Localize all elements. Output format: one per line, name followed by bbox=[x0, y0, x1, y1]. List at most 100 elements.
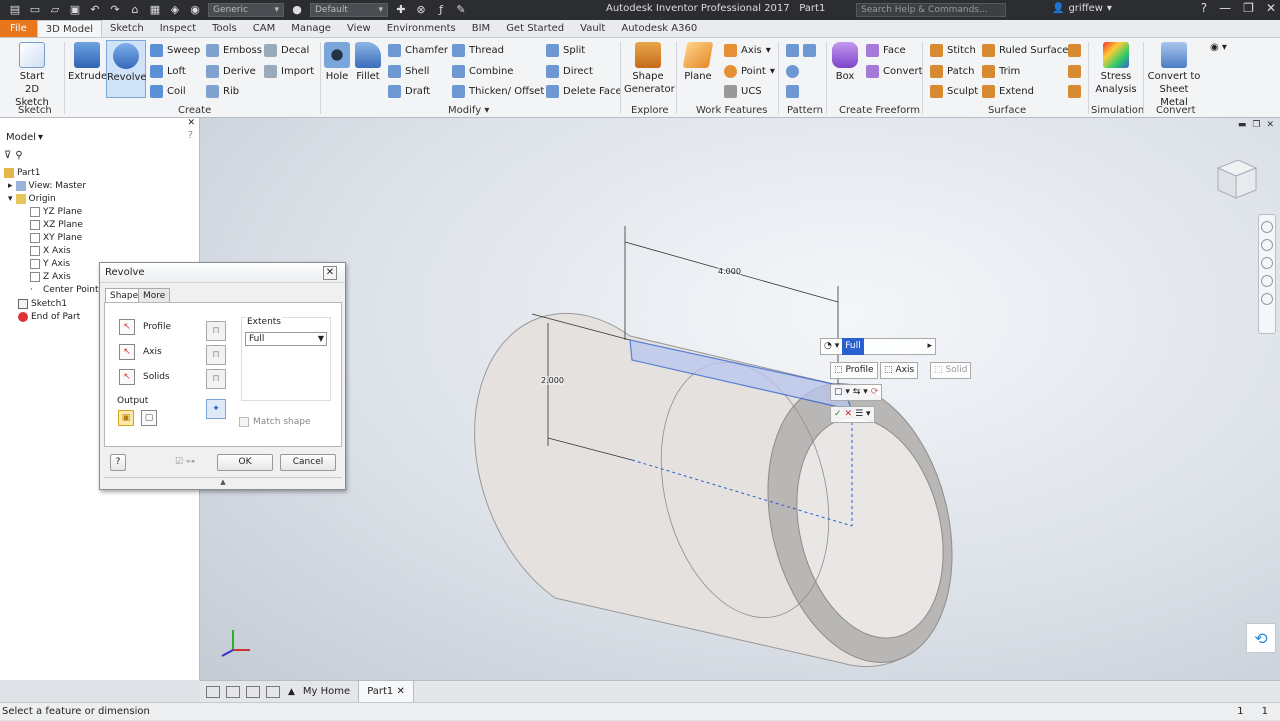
stitch-button[interactable]: Stitch bbox=[930, 44, 976, 57]
custom-icon[interactable]: ✎ bbox=[454, 3, 468, 17]
doc-tab-my-home[interactable]: My Home bbox=[295, 681, 358, 703]
direct-button[interactable]: Direct bbox=[546, 65, 593, 78]
properties-icon[interactable]: ◉ bbox=[188, 3, 202, 17]
redo-icon[interactable]: ↷ bbox=[108, 3, 122, 17]
viewcube[interactable] bbox=[1212, 154, 1260, 202]
dialog-expand-handle[interactable]: ▲ bbox=[104, 477, 342, 486]
import-button[interactable]: Import bbox=[264, 65, 314, 78]
emboss-button[interactable]: Emboss bbox=[206, 44, 262, 57]
ruled-surface-button[interactable]: Ruled Surface bbox=[982, 44, 1068, 57]
rectangular-pattern-button[interactable] bbox=[786, 44, 816, 57]
split-button[interactable]: Split bbox=[546, 44, 585, 57]
new-icon[interactable]: ▭ bbox=[28, 3, 42, 17]
dialog-title-bar[interactable]: Revolve ✕ bbox=[100, 263, 345, 283]
maximize-icon[interactable]: ❐ bbox=[1243, 1, 1254, 15]
hole-button[interactable]: Hole bbox=[324, 42, 350, 83]
pan-icon[interactable] bbox=[1261, 239, 1273, 251]
tab-a360[interactable]: Autodesk A360 bbox=[613, 20, 705, 37]
list-icon[interactable] bbox=[266, 685, 280, 698]
profile-select-button[interactable]: ↖ bbox=[119, 319, 135, 335]
tree-y-axis[interactable]: Y Axis bbox=[30, 259, 70, 269]
trim-button[interactable]: Trim bbox=[982, 65, 1020, 78]
tree-sketch1[interactable]: Sketch1 bbox=[18, 299, 67, 309]
dim-height-label[interactable]: 2.000 bbox=[541, 376, 564, 385]
browser-help-icon[interactable]: ? bbox=[188, 130, 193, 141]
material-select[interactable]: Generic ▾ bbox=[208, 3, 284, 17]
ucs-button[interactable]: UCS bbox=[724, 85, 762, 98]
convert-sheet-metal-button[interactable]: Convert to Sheet Metal bbox=[1146, 42, 1202, 109]
adjust-icon[interactable]: ✚ bbox=[394, 3, 408, 17]
plane-button[interactable]: Plane bbox=[682, 42, 714, 83]
combine-button[interactable]: Combine bbox=[452, 65, 513, 78]
replace-face-button[interactable] bbox=[1068, 44, 1081, 57]
tab-get-started[interactable]: Get Started bbox=[498, 20, 572, 37]
axis-button[interactable]: Axis ▾ bbox=[724, 44, 771, 57]
freeform-box-button[interactable]: Box bbox=[830, 42, 860, 83]
panel-modify[interactable]: Modify ▾ bbox=[448, 105, 489, 116]
select-icon[interactable]: ◈ bbox=[168, 3, 182, 17]
coil-button[interactable]: Coil bbox=[150, 85, 186, 98]
mini-profile-button[interactable]: ⬚ Profile bbox=[830, 362, 878, 379]
circular-pattern-button[interactable] bbox=[786, 65, 799, 78]
draft-button[interactable]: Draft bbox=[388, 85, 430, 98]
join-button[interactable]: ⊓ bbox=[206, 321, 226, 341]
sketch-pattern-button[interactable] bbox=[786, 85, 799, 98]
thicken-offset-button[interactable]: Thicken/ Offset bbox=[452, 85, 544, 98]
dialog-close-icon[interactable]: ✕ bbox=[323, 266, 337, 280]
match-shape-checkbox[interactable] bbox=[239, 417, 249, 427]
shape-generator-button[interactable]: Shape Generator bbox=[624, 42, 675, 96]
tab-inspect[interactable]: Inspect bbox=[152, 20, 204, 37]
tab-tools[interactable]: Tools bbox=[204, 20, 245, 37]
save-icon[interactable]: ▣ bbox=[68, 3, 82, 17]
start-2d-sketch-button[interactable]: Start 2D Sketch bbox=[10, 42, 54, 109]
tab-environments[interactable]: Environments bbox=[379, 20, 464, 37]
ribbon-options-button[interactable]: ◉ ▾ bbox=[1210, 42, 1227, 53]
intersect-button[interactable]: ⊓ bbox=[206, 369, 226, 389]
tab-cam[interactable]: CAM bbox=[245, 20, 283, 37]
doc-tab-part1[interactable]: Part1 ✕ bbox=[358, 680, 414, 703]
update-icon[interactable]: ▦ bbox=[148, 3, 162, 17]
tab-sketch[interactable]: Sketch bbox=[102, 20, 152, 37]
mini-arrow-icon[interactable]: ▸ bbox=[927, 339, 932, 354]
tree-end-of-part[interactable]: End of Part bbox=[18, 312, 80, 322]
help-search-input[interactable]: Search Help & Commands... bbox=[856, 3, 1006, 17]
chamfer-button[interactable]: Chamfer bbox=[388, 44, 448, 57]
output-solid-button[interactable]: ▣ bbox=[118, 410, 134, 426]
extrude-button[interactable]: Extrude bbox=[68, 42, 107, 83]
cut-button[interactable]: ⊓ bbox=[206, 345, 226, 365]
tab-more[interactable]: More bbox=[138, 288, 171, 303]
axis-select-button[interactable]: ↖ bbox=[119, 344, 135, 360]
revolve-small-icon[interactable]: ◔ ▾ bbox=[824, 339, 839, 354]
tile-icon[interactable] bbox=[206, 685, 220, 698]
tree-origin[interactable]: ▾ Origin bbox=[8, 194, 56, 204]
tree-x-axis[interactable]: X Axis bbox=[30, 246, 71, 256]
freeform-face-button[interactable]: Face bbox=[866, 44, 906, 57]
rib-button[interactable]: Rib bbox=[206, 85, 239, 98]
appearance-select[interactable]: Default ▾ bbox=[310, 3, 388, 17]
cancel-button[interactable]: Cancel bbox=[280, 454, 336, 471]
shell-button[interactable]: Shell bbox=[388, 65, 429, 78]
solids-select-button[interactable]: ↖ bbox=[119, 369, 135, 385]
tab-3d-model[interactable]: 3D Model bbox=[36, 20, 102, 37]
freeform-convert-button[interactable]: Convert bbox=[866, 65, 923, 78]
close-tab-icon[interactable]: ✕ bbox=[396, 686, 404, 697]
mini-axis-button[interactable]: ⬚ Axis bbox=[880, 362, 919, 379]
minimize-icon[interactable]: — bbox=[1219, 1, 1231, 15]
patch-button[interactable]: Patch bbox=[930, 65, 974, 78]
tree-z-axis[interactable]: Z Axis bbox=[30, 272, 71, 282]
point-button[interactable]: Point ▾ bbox=[724, 65, 775, 78]
fillet-button[interactable]: Fillet bbox=[354, 42, 382, 83]
tree-yz-plane[interactable]: YZ Plane bbox=[30, 207, 82, 217]
help-icon[interactable]: ? bbox=[1201, 1, 1207, 15]
fit-mesh-face-button[interactable] bbox=[1068, 85, 1081, 98]
arrange-icon[interactable] bbox=[246, 685, 260, 698]
mini-solid-button[interactable]: ⬚ Solid bbox=[930, 362, 972, 379]
clear-icon[interactable]: ⊗ bbox=[414, 3, 428, 17]
cascade-icon[interactable] bbox=[226, 685, 240, 698]
mini-output-row[interactable]: ▢ ▾ ⇆ ▾ ⟳ bbox=[830, 384, 883, 401]
sculpt-button[interactable]: Sculpt bbox=[930, 85, 978, 98]
zoom-icon[interactable] bbox=[1261, 257, 1273, 269]
extend-button[interactable]: Extend bbox=[982, 85, 1034, 98]
dim-length-label[interactable]: 4.000 bbox=[718, 267, 741, 276]
find-icon[interactable]: ⚲ bbox=[15, 150, 22, 161]
